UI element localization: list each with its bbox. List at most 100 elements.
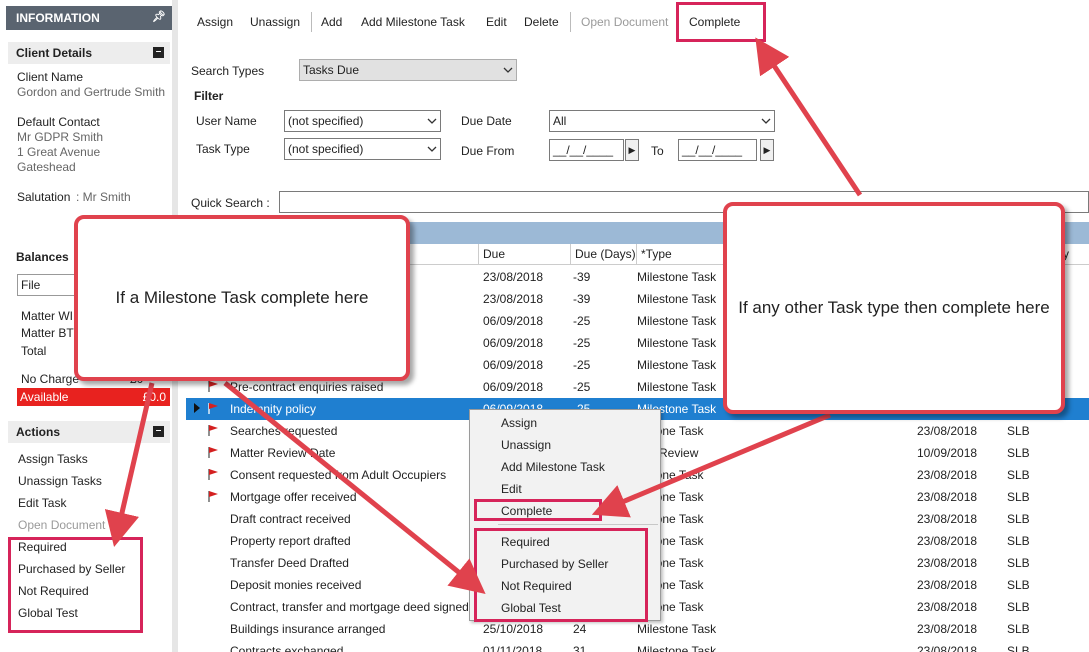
cell-date: 23/08/2018 (917, 490, 978, 504)
open-document-button[interactable]: Open Document (581, 15, 668, 29)
cell-due: 25/10/2018 (483, 622, 544, 636)
cell-type: Milestone Task (637, 292, 717, 306)
actions-header[interactable]: Actions – (8, 421, 170, 443)
cell-description: Deposit monies received (230, 578, 362, 592)
column-header-due[interactable]: Due (478, 244, 570, 265)
cell-type: Milestone Task (637, 336, 717, 350)
cell-due-days: 31 (573, 644, 587, 652)
table-row[interactable]: Contracts exchanged 01/11/2018 31 Milestone… (186, 640, 1089, 652)
cell-user: SLB (1007, 468, 1030, 482)
due-from-label: Due From (461, 144, 515, 158)
actions-title: Actions (16, 425, 61, 439)
due-to-date-input[interactable]: __/__/____ (678, 139, 757, 161)
task-type-select[interactable]: (not specified) (284, 138, 441, 160)
cell-description: Contracts exchanged (230, 644, 344, 652)
calendar-button[interactable]: ▶ (760, 139, 774, 161)
cell-date: 23/08/2018 (917, 644, 978, 652)
flag-icon (208, 469, 218, 480)
salutation-label: Salutation (17, 190, 71, 204)
information-header: INFORMATION 📌︎ (6, 6, 172, 30)
cell-type: Milestone Task (637, 644, 717, 652)
cell-due-days: -25 (573, 314, 591, 328)
flag-icon (208, 403, 218, 414)
task-type-value: (not specified) (288, 142, 364, 156)
filter-heading: Filter (194, 89, 224, 103)
add-button[interactable]: Add (321, 15, 342, 29)
milestone-callout: If a Milestone Task complete here (74, 215, 410, 381)
unassign-button[interactable]: Unassign (250, 15, 300, 29)
context-assign[interactable]: Assign (501, 416, 537, 430)
due-from-date-input[interactable]: __/__/____ (549, 139, 624, 161)
context-add-milestone-task[interactable]: Add Milestone Task (501, 460, 605, 474)
user-name-value: (not specified) (288, 114, 364, 128)
client-details-header[interactable]: Client Details – (8, 42, 170, 64)
assign-button[interactable]: Assign (197, 15, 233, 29)
cell-description: Property report drafted (230, 534, 351, 548)
cell-user: SLB (1007, 622, 1030, 636)
cell-type: Milestone Task (637, 380, 717, 394)
collapse-icon[interactable]: – (153, 47, 164, 58)
search-types-value: Tasks Due (303, 63, 360, 77)
action-unassign-tasks[interactable]: Unassign Tasks (18, 474, 102, 488)
search-types-label: Search Types (191, 64, 265, 78)
matter-bt-label: Matter BT (21, 326, 74, 340)
total-label: Total (21, 344, 47, 358)
quick-search-label: Quick Search : (191, 196, 270, 210)
chevron-down-icon (503, 67, 513, 73)
cell-description: Draft contract received (230, 512, 351, 526)
context-unassign[interactable]: Unassign (501, 438, 551, 452)
action-assign-tasks[interactable]: Assign Tasks (18, 452, 88, 466)
cell-user: SLB (1007, 490, 1030, 504)
client-details-title: Client Details (16, 46, 93, 60)
column-header-due-days[interactable]: Due (Days) (570, 244, 636, 265)
context-edit[interactable]: Edit (501, 482, 522, 496)
due-date-select[interactable]: All (549, 110, 775, 132)
collapse-icon[interactable]: – (153, 426, 164, 437)
user-name-label: User Name (196, 114, 257, 128)
default-contact-label: Default Contact (17, 115, 100, 129)
task-toolbar: Assign Unassign Add Add Milestone Task E… (184, 0, 1089, 44)
no-charge-label: No Charge (21, 372, 80, 386)
complete-button-highlight (676, 2, 766, 42)
available-amount: £0.0 (142, 390, 166, 404)
cell-type: Milestone Task (637, 314, 717, 328)
calendar-button[interactable]: ▶ (625, 139, 639, 161)
toolbar-separator (311, 12, 312, 32)
search-types-select[interactable]: Tasks Due (299, 59, 517, 81)
cell-due: 06/09/2018 (483, 336, 544, 350)
cell-type: Milestone Task (637, 358, 717, 372)
edit-button[interactable]: Edit (486, 15, 507, 29)
action-edit-task[interactable]: Edit Task (18, 496, 66, 510)
cell-due: 23/08/2018 (483, 292, 544, 306)
actions-status-items-highlight (8, 537, 143, 633)
information-title: INFORMATION (16, 11, 100, 25)
cell-description: Mortgage offer received (230, 490, 357, 504)
cell-user: SLB (1007, 534, 1030, 548)
cell-due-days: 24 (573, 622, 587, 636)
cell-due: 06/09/2018 (483, 314, 544, 328)
cell-date: 23/08/2018 (917, 622, 978, 636)
cell-date: 23/08/2018 (917, 468, 978, 482)
cell-due-days: -25 (573, 358, 591, 372)
action-open-document[interactable]: Open Document (18, 518, 105, 532)
cell-description: Contract, transfer and mortgage deed sig… (230, 600, 469, 614)
cell-date: 23/08/2018 (917, 578, 978, 592)
cell-user: SLB (1007, 556, 1030, 570)
cell-due-days: -25 (573, 336, 591, 350)
cell-type: Milestone Task (637, 270, 717, 284)
pin-icon[interactable]: 📌︎ (152, 10, 166, 23)
row-pointer-icon (194, 403, 200, 413)
cell-date: 23/08/2018 (917, 512, 978, 526)
cell-date: 23/08/2018 (917, 600, 978, 614)
cell-user: SLB (1007, 578, 1030, 592)
contact-line-1: Mr GDPR Smith (17, 130, 104, 144)
cell-date: 23/08/2018 (917, 556, 978, 570)
cell-description: Matter Review Date (230, 446, 336, 460)
flag-icon (208, 425, 218, 436)
user-name-select[interactable]: (not specified) (284, 110, 441, 132)
client-name-value: Gordon and Gertrude Smith (17, 85, 166, 99)
other-task-callout: If any other Task type then complete her… (723, 202, 1065, 414)
add-milestone-task-button[interactable]: Add Milestone Task (361, 15, 465, 29)
delete-button[interactable]: Delete (524, 15, 559, 29)
cell-user: SLB (1007, 446, 1030, 460)
